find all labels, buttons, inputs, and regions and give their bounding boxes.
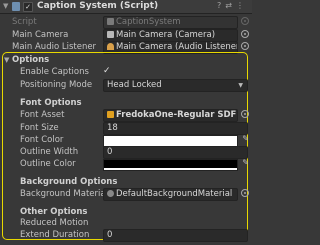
extend-duration-label: Extend Duration <box>20 230 90 240</box>
component-title: Caption System (Script) <box>37 1 159 11</box>
enable-captions-label: Enable Captions <box>20 67 89 77</box>
script-row: Script CaptionSystem <box>0 15 252 29</box>
reduced-motion-checkbox[interactable] <box>103 216 113 228</box>
positioning-mode-label: Positioning Mode <box>20 80 93 90</box>
script-picker-icon <box>241 17 249 25</box>
alpha-stripe <box>104 168 237 170</box>
outline-color-eyedropper-icon[interactable]: ✎ <box>242 158 249 167</box>
header-icons: ?⇄⋮ <box>217 1 248 10</box>
positioning-mode-value: Head Locked <box>107 80 162 90</box>
outline-color-label: Outline Color <box>20 159 76 169</box>
outline-color-row: Outline Color ✎ <box>0 157 252 171</box>
script-icon <box>12 2 20 11</box>
component-enabled-checkbox[interactable]: ✓ <box>23 2 33 12</box>
camera-icon <box>107 31 114 38</box>
enable-captions-row: Enable Captions ✓ <box>0 65 252 79</box>
outline-color-swatch[interactable] <box>103 159 238 171</box>
main-camera-picker-icon[interactable] <box>241 30 249 38</box>
background-material-value: DefaultBackgroundMaterial <box>116 189 233 199</box>
script-label: Script <box>12 17 37 27</box>
background-material-label: Background Material <box>20 189 108 199</box>
enable-captions-checkbox[interactable]: ✓ <box>103 65 113 77</box>
preset-icon[interactable]: ⇄ <box>225 1 236 10</box>
font-asset-picker-icon[interactable] <box>241 110 249 118</box>
background-material-row: Background Material DefaultBackgroundMat… <box>0 187 252 201</box>
component-header: ▼ ✓ Caption System (Script) ?⇄⋮ <box>0 0 252 14</box>
font-asset-icon <box>107 111 114 118</box>
dropdown-arrow-icon: ▼ <box>238 82 243 89</box>
more-menu-icon[interactable]: ⋮ <box>236 1 248 10</box>
script-asset-icon <box>107 18 114 25</box>
positioning-mode-dropdown[interactable]: Head Locked ▼ <box>103 79 248 92</box>
positioning-mode-row: Positioning Mode Head Locked ▼ <box>0 78 252 92</box>
extend-duration-input[interactable]: 0 <box>103 229 248 242</box>
main-audio-listener-value: Main Camera (Audio Listener) <box>116 42 238 52</box>
font-asset-row: Font Asset FredokaOne-Regular SDF (TMP_F <box>0 108 252 122</box>
font-asset-value: FredokaOne-Regular SDF (TMP_F <box>116 110 237 120</box>
extend-duration-row: Extend Duration 0 <box>0 228 252 242</box>
main-camera-value: Main Camera (Camera) <box>116 30 216 40</box>
fold-arrow-icon[interactable]: ▼ <box>3 2 8 10</box>
font-asset-label: Font Asset <box>20 110 65 120</box>
background-material-picker-icon[interactable] <box>241 189 249 197</box>
script-value: CaptionSystem <box>116 17 181 27</box>
main-audio-listener-picker-icon[interactable] <box>241 42 249 50</box>
material-icon <box>107 190 114 197</box>
audio-listener-icon <box>107 43 114 50</box>
background-material-field[interactable]: DefaultBackgroundMaterial <box>103 188 238 201</box>
font-color-eyedropper-icon[interactable]: ✎ <box>242 134 249 143</box>
